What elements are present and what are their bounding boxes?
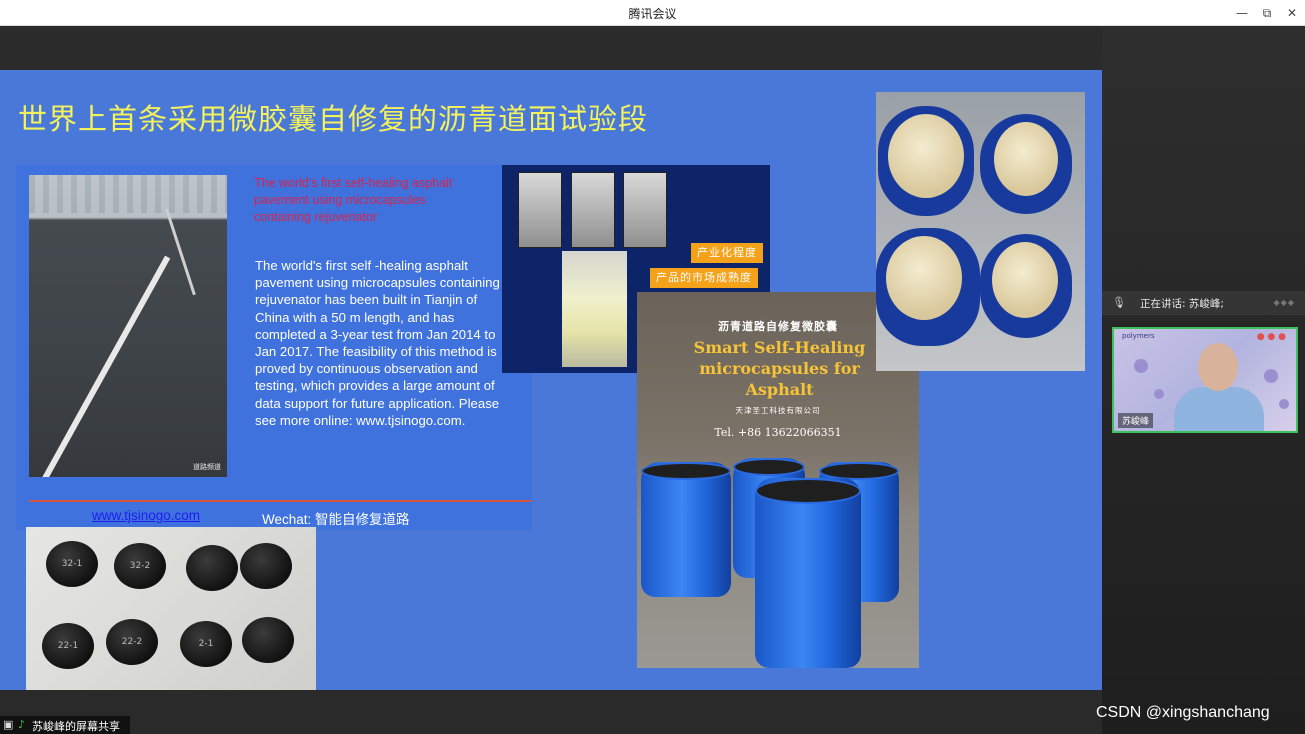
poster-telephone: Tel. +86 13622066351 (714, 426, 842, 439)
sample-1: 32-1 (46, 541, 98, 587)
drum-lid (733, 458, 805, 476)
website-link[interactable]: www.tjsinogo.com (92, 508, 200, 523)
window-title: 腾讯会议 (628, 7, 677, 21)
slide-title: 世界上首条采用微胶囊自修复的沥青道面试验段 (18, 102, 649, 136)
speaker-video-tile[interactable]: polymers ● ● ● 苏峻峰 (1112, 327, 1298, 433)
body-text: The world's first self -healing asphalt … (255, 258, 500, 428)
container-fill (992, 242, 1058, 318)
participants-pane: 🎙 正在讲话: 苏峻峰; ◆◆◆ polymers ● ● ● 苏峻峰 (1102, 27, 1305, 734)
tag-industrialization: 产业化程度 (691, 243, 763, 263)
molecule-decor (1134, 359, 1148, 373)
container-3 (876, 228, 980, 346)
minimize-button[interactable]: — (1233, 4, 1251, 22)
video-status-icons: ● ● ● (1256, 332, 1286, 342)
mic-icon: ♪ (18, 718, 26, 731)
container-fill (888, 114, 964, 198)
sample-4 (240, 543, 292, 589)
wechat-label: Wechat: 智能自修复道路 (262, 512, 410, 527)
sample-6: 22-2 (106, 619, 158, 665)
blue-drum-1 (641, 462, 731, 597)
share-status-text: 苏峻峰的屏幕共享 (32, 720, 120, 733)
machine-photo-1 (518, 172, 562, 248)
machine-photo-2 (571, 172, 615, 248)
title-bar: 腾讯会议 — ⧉ ✕ (0, 0, 1305, 26)
sample-3 (186, 545, 238, 591)
restore-button[interactable]: ⧉ (1258, 4, 1276, 22)
molecule-decor (1279, 399, 1289, 409)
share-bottom-band (0, 690, 1102, 734)
sample-7: 2-1 (180, 621, 232, 667)
drum-lid (755, 478, 861, 504)
capsule-jar-photo (562, 251, 627, 367)
container-2 (980, 114, 1072, 214)
container-fill (886, 236, 962, 320)
road-photo-badge: 道路频道 (193, 463, 221, 471)
poster-english-title: Smart Self-Healing microcapsules for Asp… (693, 338, 866, 399)
container-fill (994, 122, 1058, 196)
drum-lid (641, 462, 731, 480)
presentation-slide: 世界上首条采用微胶囊自修复的沥青道面试验段 道路频道 The world's f… (0, 70, 1102, 690)
share-top-band (0, 27, 1102, 70)
red-heading-text: The world's first self-healing asphalt p… (254, 176, 453, 224)
speaking-label: 正在讲话: 苏峻峰; (1140, 298, 1224, 310)
speaker-mic-icon: 🎙 (1112, 296, 1126, 309)
screen-share-icon: ▣ (3, 718, 14, 731)
meeting-window: 腾讯会议 — ⧉ ✕ 世界上首条采用微胶囊自修复的沥青道面试验段 道路频道 Th… (0, 0, 1305, 734)
video-banner: polymers (1122, 332, 1155, 340)
machine-photo-3 (623, 172, 667, 248)
panel-divider (29, 500, 531, 502)
container-4 (980, 234, 1072, 338)
capsule-containers-photo (876, 92, 1085, 371)
speaking-indicator: 🎙 正在讲话: 苏峻峰; ◆◆◆ (1102, 291, 1305, 315)
shared-screen: 世界上首条采用微胶囊自修复的沥青道面试验段 道路频道 The world's f… (0, 27, 1102, 734)
lane-marking (39, 255, 171, 477)
screen-share-status[interactable]: ▣ ♪ 苏峻峰的屏幕共享 (0, 716, 130, 734)
road-trees (29, 175, 227, 213)
blue-drum-4 (755, 478, 861, 668)
speaker-head (1198, 343, 1238, 391)
road-edge (165, 208, 196, 296)
sample-5: 22-1 (42, 623, 94, 669)
sample-2: 32-2 (114, 543, 166, 589)
info-panel: 道路频道 The world's first self-healing asph… (16, 165, 532, 530)
molecule-decor (1264, 369, 1278, 383)
molecule-decor (1154, 389, 1164, 399)
participant-name: 苏峻峰 (1118, 413, 1154, 428)
poster-company: 天津圣工科技有限公司 (735, 406, 821, 415)
tag-market-maturity: 产品的市场成熟度 (650, 268, 758, 288)
container-1 (878, 106, 974, 216)
speaker-body (1174, 387, 1264, 431)
close-button[interactable]: ✕ (1283, 4, 1301, 22)
signal-icon: ◆◆◆ (1273, 298, 1295, 307)
watermark-text: CSDN @xingshanchang (1096, 704, 1270, 721)
asphalt-samples-photo: 32-1 32-2 22-1 22-2 2-1 (26, 527, 316, 690)
road-photo: 道路频道 (29, 175, 227, 477)
sample-8 (242, 617, 294, 663)
